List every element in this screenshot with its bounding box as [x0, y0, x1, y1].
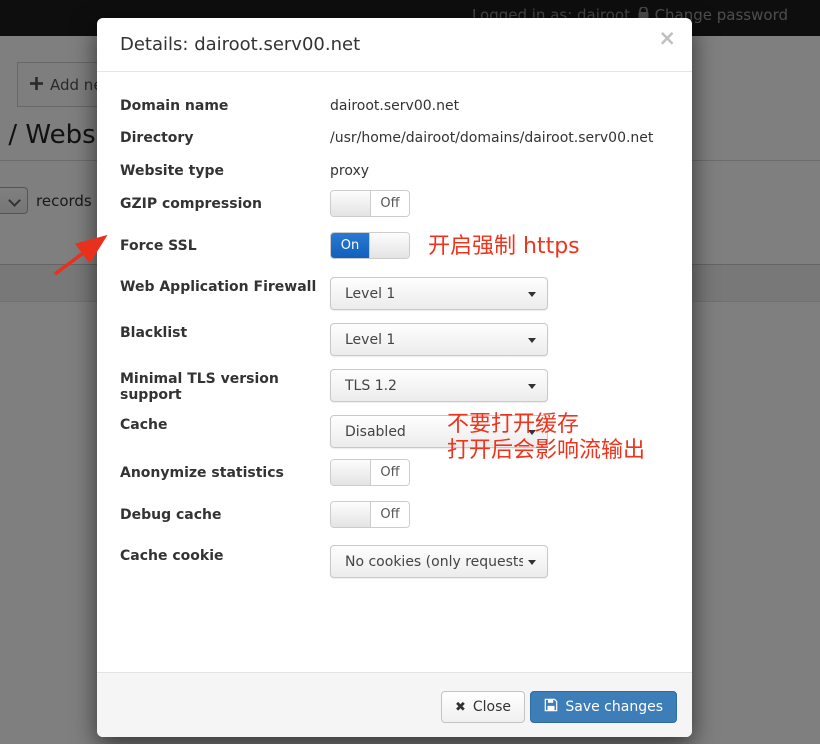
save-changes-button[interactable]: Save changes — [530, 691, 677, 723]
tls-select-value: TLS 1.2 — [345, 378, 397, 394]
cache-cookie-select-value: No cookies (only requests w — [345, 554, 523, 570]
field-label-cache: Cache — [120, 417, 328, 433]
toggle-state-label: Off — [371, 191, 409, 216]
annotation-cache-line1: 不要打开缓存 — [447, 412, 645, 438]
toggle-state-label: Off — [371, 460, 409, 485]
blacklist-select-value: Level 1 — [345, 332, 395, 348]
field-label-cache-cookie: Cache cookie — [120, 548, 328, 564]
debug-cache-toggle[interactable]: Off — [330, 501, 410, 528]
blacklist-select[interactable]: Level 1 — [330, 323, 548, 356]
gzip-toggle[interactable]: Off — [330, 190, 410, 217]
floppy-disk-icon — [544, 698, 558, 716]
caret-down-icon — [528, 292, 536, 297]
anonymize-toggle[interactable]: Off — [330, 459, 410, 486]
toggle-state-label: On — [331, 233, 369, 258]
field-label-anonymize: Anonymize statistics — [120, 465, 328, 481]
waf-select[interactable]: Level 1 — [330, 277, 548, 310]
annotation-cache-line2: 打开后会影响流输出 — [447, 438, 645, 464]
cache-select-value: Disabled — [345, 424, 406, 440]
field-label-blacklist: Blacklist — [120, 325, 328, 341]
modal-body: Domain name dairoot.serv00.net Directory… — [97, 18, 692, 672]
cache-cookie-select[interactable]: No cookies (only requests w — [330, 545, 548, 578]
force-ssl-toggle[interactable]: On — [330, 232, 410, 259]
screen: Logged in as: dairoot Change password Ad… — [0, 0, 820, 744]
toggle-state-label: Off — [371, 502, 409, 527]
annotation-force-ssl: 开启强制 https — [428, 234, 580, 260]
toggle-knob — [331, 460, 371, 485]
details-modal: Details: dairoot.serv00.net × Domain nam… — [97, 18, 692, 737]
save-button-label: Save changes — [565, 699, 663, 715]
waf-select-value: Level 1 — [345, 286, 395, 302]
caret-down-icon — [528, 560, 536, 565]
field-label-directory: Directory — [120, 130, 328, 146]
modal-footer: ✖ Close Save changes — [97, 672, 692, 737]
close-button-label: Close — [473, 699, 511, 715]
caret-down-icon — [528, 338, 536, 343]
field-value-directory: /usr/home/dairoot/domains/dairoot.serv00… — [330, 130, 653, 146]
field-label-gzip: GZIP compression — [120, 196, 328, 212]
field-label-domain-name: Domain name — [120, 98, 328, 114]
toggle-knob — [369, 233, 409, 258]
annotation-cache: 不要打开缓存 打开后会影响流输出 — [447, 412, 645, 464]
toggle-knob — [331, 191, 371, 216]
field-label-debug-cache: Debug cache — [120, 507, 328, 523]
field-label-website-type: Website type — [120, 163, 328, 179]
x-icon: ✖ — [455, 700, 466, 715]
field-label-tls: Minimal TLS version support — [120, 371, 328, 403]
toggle-knob — [331, 502, 371, 527]
field-label-force-ssl: Force SSL — [120, 238, 328, 254]
field-value-website-type: proxy — [330, 163, 369, 179]
red-arrow-annotation — [40, 226, 118, 282]
field-label-waf: Web Application Firewall — [120, 279, 328, 295]
tls-select[interactable]: TLS 1.2 — [330, 369, 548, 402]
field-value-domain-name: dairoot.serv00.net — [330, 98, 459, 114]
caret-down-icon — [528, 384, 536, 389]
close-button[interactable]: ✖ Close — [441, 691, 525, 723]
